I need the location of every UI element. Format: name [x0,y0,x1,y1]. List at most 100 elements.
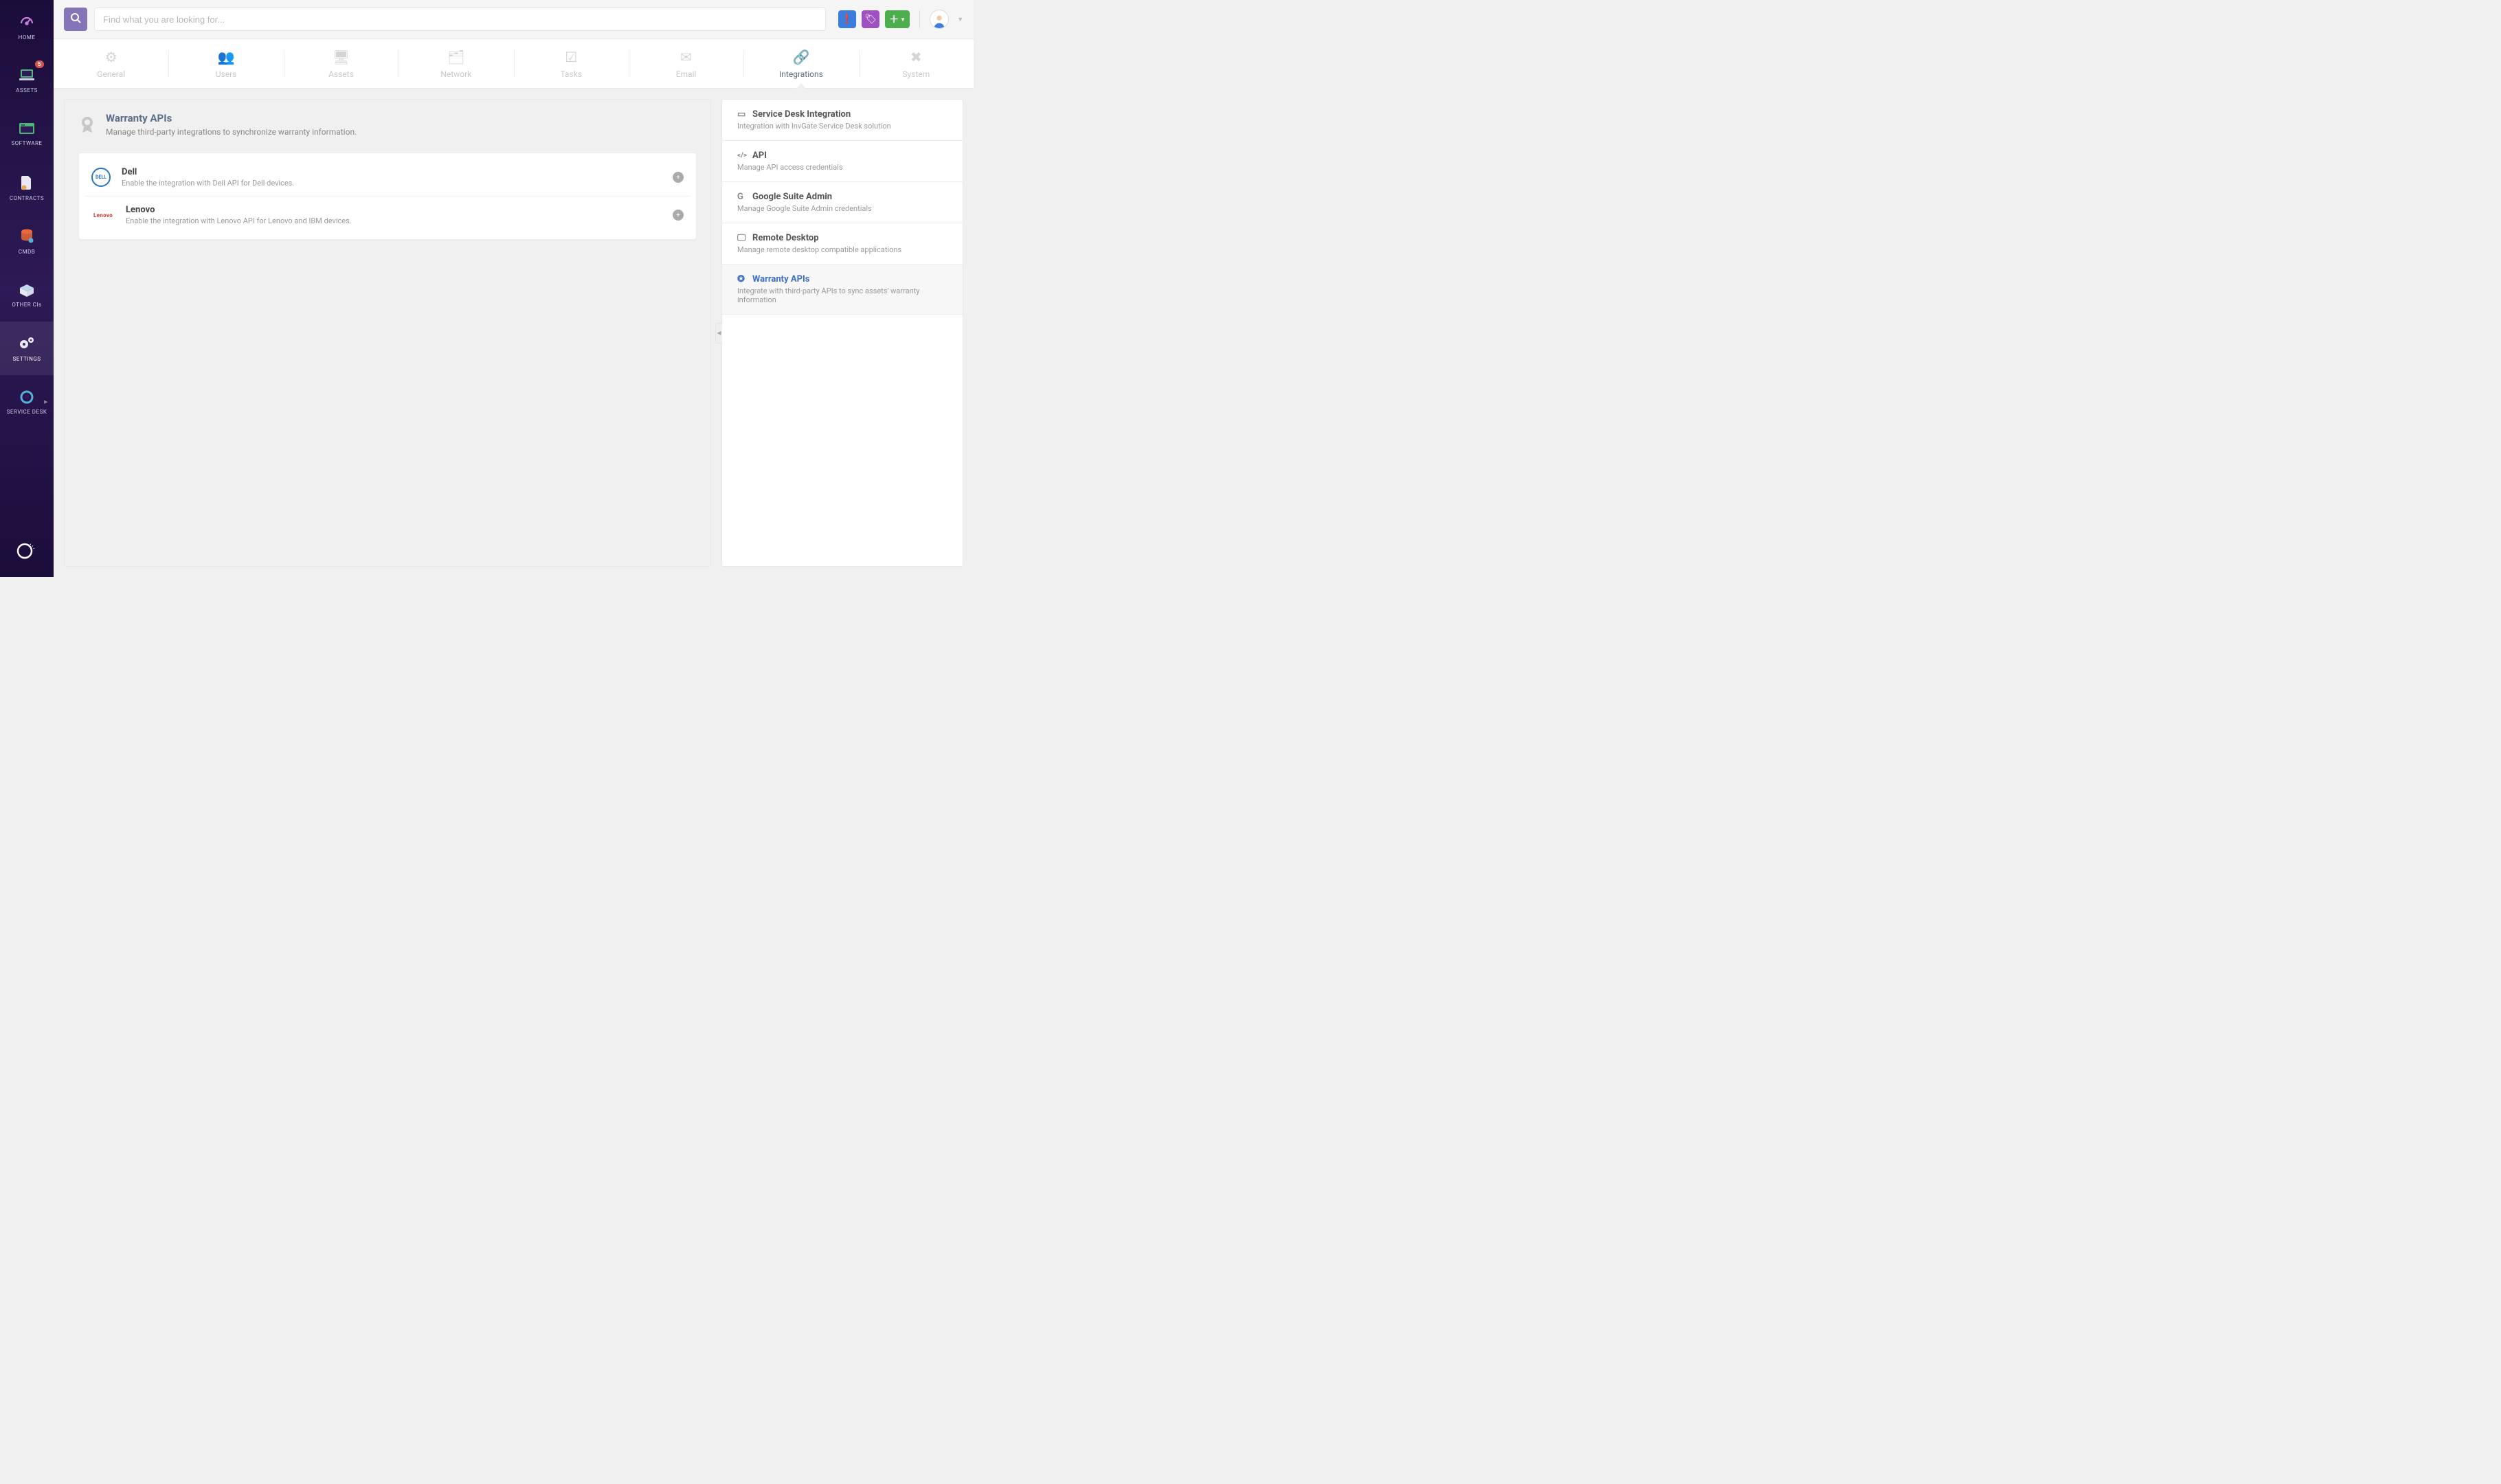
db-icon [19,228,34,245]
tab-users[interactable]: 👥 Users [168,39,283,88]
panel-main: Warranty APIs Manage third-party integra… [64,99,711,567]
user-menu-caret[interactable]: ▼ [957,16,963,23]
alert-icon: ❗ [841,14,853,25]
tab-assets[interactable]: 🖥 Assets [284,39,399,88]
card-title: Dell [122,167,662,177]
ritem-desc: Manage remote desktop compatible applica… [737,245,947,254]
doc-icon [19,175,34,191]
laptop-icon [18,68,36,83]
card-icon: ▭ [737,109,747,120]
ritem-title: Warranty APIs [752,274,809,284]
sidebar-item-label: ASSETS [16,87,38,93]
sidebar-item-contracts[interactable]: CONTRACTS [0,161,54,214]
tab-label: Email [676,69,697,79]
network-icon: 🗂 [447,49,464,65]
badge-icon [78,115,96,140]
screen-icon: 🖵 [737,233,747,243]
ritem-api[interactable]: </> API Manage API access credentials [722,141,963,182]
sidebar-item-label: SETTINGS [12,356,41,362]
ritem-title: Remote Desktop [752,233,819,243]
search-icon [70,12,81,26]
card-dell[interactable]: DELL Dell Enable the integration with De… [85,159,691,196]
collapse-handle[interactable]: ◀ [715,323,722,344]
card-desc: Enable the integration with Lenovo API f… [126,216,662,225]
tag-icon: 🏷 [864,14,877,25]
tab-network[interactable]: 🗂Network [399,39,513,88]
sidebar-item-software[interactable]: SOFTWARE [0,107,54,161]
tab-label: General [97,69,125,79]
tab-label: System [902,69,930,79]
ring-icon [19,390,34,405]
sidebar-item-label: OTHER CIs [12,302,41,308]
checklist-icon: ☑ [565,49,577,65]
chevron-down-icon: ▼ [900,16,906,23]
search-input[interactable] [94,8,826,31]
ritem-warranty-apis[interactable]: ✪ Warranty APIs Integrate with third-part… [722,265,963,315]
ritem-desc: Manage Google Suite Admin credentials [737,204,947,213]
sidebar-item-label: CONTRACTS [10,195,44,201]
settings-tabs: ⚙General 👥Users 🖥Assets 🗂Network ☑Tasks … [54,39,974,89]
add-icon[interactable]: + [673,172,684,183]
topbar: ❗ 🏷 ＋▼ ▼ [54,0,974,39]
badge: 5 [35,60,44,68]
users-icon: 👥 [218,49,235,65]
ritem-desc: Integrate with third-party APIs to sync … [737,286,947,304]
lenovo-logo: Lenovo [91,205,115,225]
ritem-remote-desktop[interactable]: 🖵 Remote Desktop Manage remote desktop co… [722,223,963,265]
add-icon[interactable]: + [673,210,684,221]
gears-icon [18,335,36,352]
card-group: DELL Dell Enable the integration with De… [78,153,697,240]
sidebar-item-cmdb[interactable]: CMDB [0,214,54,268]
sidebar-item-service-desk[interactable]: SERVICE DESK ▶ [0,375,54,429]
ritem-service-desk[interactable]: ▭Service Desk Integration Integration wi… [722,100,963,141]
window-icon [19,122,35,136]
ritem-desc: Manage API access credentials [737,163,947,172]
sidebar-item-settings[interactable]: SETTINGS [0,322,54,375]
panel-right: ◀ ▭Service Desk Integration Integration … [721,99,963,567]
panel-subtitle: Manage third-party integrations to synch… [106,127,357,137]
separator [919,10,920,28]
sidebar-item-assets[interactable]: 5 ASSETS [0,54,54,107]
tab-label: Integrations [779,69,823,79]
sidebar-item-label: HOME [19,34,36,41]
tab-system[interactable]: ✖ System [859,39,974,88]
card-title: Lenovo [126,205,662,215]
ritem-title: Google Suite Admin [752,192,832,202]
code-icon: </> [737,152,747,159]
tab-tasks[interactable]: ☑ Tasks [514,39,629,88]
google-icon: G [737,192,747,202]
avatar[interactable] [930,10,949,29]
tab-label: Tasks [560,69,582,79]
brand-logo [0,524,54,577]
tab-label: Assets [328,69,354,79]
add-button[interactable]: ＋▼ [885,10,910,28]
card-lenovo[interactable]: Lenovo Lenovo Enable the integration wit… [85,196,691,234]
tools-icon: ✖ [910,49,922,65]
card-desc: Enable the integration with Dell API for… [122,179,662,188]
search-button[interactable] [64,8,87,31]
plus-icon: ＋ [889,12,899,26]
box-icon [19,282,35,297]
tab-email[interactable]: ✉Email [629,39,743,88]
gear-icon: ⚙ [105,49,117,65]
ritem-title: API [752,150,767,161]
panel-header: Warranty APIs Manage third-party integra… [78,112,697,140]
main: ❗ 🏷 ＋▼ ▼ ⚙General 👥Users 🖥Assets 🗂Networ… [54,0,974,577]
badge-icon: ✪ [737,274,747,284]
tab-integrations[interactable]: 🔗 Integrations [743,39,858,88]
dell-logo: DELL [91,168,111,187]
sidebar-item-label: CMDB [19,249,35,255]
tag-button[interactable]: 🏷 [862,10,879,28]
sidebar: HOME 5 ASSETS SOFTWARE CONTRACTS CMDB [0,0,54,577]
screen-icon: 🖥 [333,49,350,65]
gauge-icon [19,14,35,30]
alert-button[interactable]: ❗ [838,10,856,28]
tab-label: Users [216,69,237,79]
link-icon: 🔗 [792,49,809,65]
content: Warranty APIs Manage third-party integra… [54,89,974,577]
ritem-google[interactable]: G Google Suite Admin Manage Google Suite … [722,182,963,223]
ritem-title: Service Desk Integration [752,109,851,120]
sidebar-item-other-cis[interactable]: OTHER CIs [0,268,54,322]
tab-general[interactable]: ⚙ General [54,39,168,88]
sidebar-item-home[interactable]: HOME [0,0,54,54]
